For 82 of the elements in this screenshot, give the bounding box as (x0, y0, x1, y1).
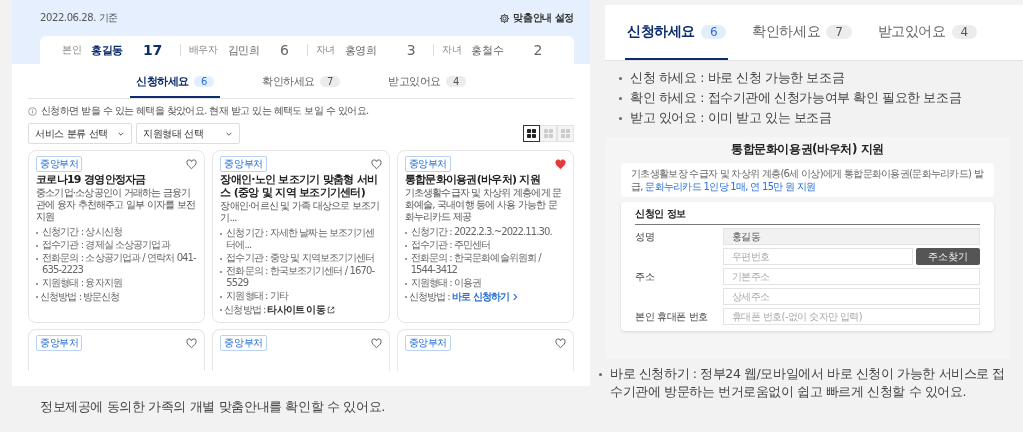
filter-dropdown[interactable]: 지원형태 선택 (136, 123, 240, 144)
family-member-tab[interactable]: 자녀 홍철수 2 (434, 44, 560, 56)
legend-text: 확인 하세요 : 접수기관에 신청가능여부 확인 필요한 보조금 (630, 90, 962, 107)
category-tag: 중앙부처 (220, 335, 267, 352)
detail-line: 접수기관 : 중앙 및 지역보조기기센터 (226, 252, 375, 265)
category-tab[interactable]: 받고있어요 4 (875, 5, 979, 60)
chevron-icon (511, 293, 519, 302)
notice-text: 신청하면 받을 수 있는 혜택을 찾았어요. 현재 받고 있는 혜택도 보일 수 있어요. (41, 104, 369, 118)
settings-icon (499, 12, 511, 24)
detail-line: 전화문의 : 한국보조기기센터 / 1670-5529 (226, 265, 376, 290)
category-tag: 중앙부처 (220, 156, 267, 172)
benefit-card[interactable]: 중앙부처 코로나19 경영안정자금 중소기업·소상공인이 거래하는 금융기관에 융자 추천해주고 일부 이자를 보전 지원 신청기간 : 상시신청 접수기관 : 경제실 소상공기업과 전화문의 : 소상공기업과 / 연락처 041-635-2223 지원형태 : 융자지원 신청방법 : 방문신청 (28, 150, 206, 324)
category-tab[interactable]: 신청하세요 6 (625, 5, 729, 60)
heart-icon[interactable] (370, 337, 382, 349)
category-tab[interactable]: 확인하세요 7 (750, 5, 854, 60)
field-label: 주소 (635, 269, 656, 284)
legend-text: 신청 하세요 : 바로 신청 가능한 보조금 (630, 70, 845, 87)
grid-icon (527, 129, 536, 138)
external-link[interactable]: 타사이트 이동 (267, 303, 335, 318)
category-tag: 중앙부처 (404, 156, 452, 172)
section-title: 신청인 정보 (635, 207, 980, 225)
card-description: 기초생활수급자 및 차상위 계층에게 문화예술, 국내여행 등에 사용 가능한 문화누리카드 제공 (404, 187, 563, 224)
detail-line: 접수기관 : 경제실 소상공기업과 (42, 239, 170, 252)
info-icon (28, 106, 37, 116)
detail-line: 지원형태 : 융자지원 (42, 277, 122, 290)
input-field[interactable]: 상세주소 (723, 288, 980, 305)
detail-label: 신청방법 : (224, 303, 266, 318)
detail-line: 지원형태 : 기타 (226, 290, 288, 303)
heart-icon[interactable] (555, 337, 566, 349)
detail-line: 지원형태 : 이용권 (410, 277, 482, 290)
field-label: 성명 (635, 229, 656, 244)
card-title: 장애인·노인 보조기기 맞춤형 서비스 (중앙 및 지역 보조기기센터) (220, 173, 379, 200)
form-title: 통합문화이용권(바우처) 지원 (729, 141, 886, 158)
caption-text: 정보제공에 동의한 가족의 개별 맞춤안내를 확인할 수 있어요. (39, 398, 386, 416)
category-tag: 중앙부처 (36, 156, 83, 172)
heart-icon[interactable] (370, 158, 382, 170)
heart-icon[interactable] (186, 337, 198, 349)
detail-line: 접수기관 : 주민센터 (410, 239, 491, 252)
form-info-text: 기초생활보장 수급자 및 차상위 계층(6세 이상)에게 통합문화이용권(문화누리카드) 발급, 문화누리카드 1인당 1매, 연 15만 원 지원 (621, 163, 994, 197)
benefit-card[interactable]: 중앙부처 통합문화이용권(바우처) 지원 기초생활수급자 및 차상위 계층에게 문화예술, 국내여행 등에 사용 가능한 문화누리카드 제공 신청기간 : 2022.2.3.~2022.11.30. 접수기관 : 주민센터 전화문의 : 한국문화예술위원회 / 1544-3412 지원형태 : 이용권 신청방법 : 바로 신청하기 (396, 150, 574, 324)
external-link-icon (326, 306, 335, 315)
detail-line: 신청기간 : 자세한 날짜는 보조기기센터에... (226, 227, 376, 252)
detail-line: 신청기간 : 상시신청 (42, 226, 122, 239)
apply-link[interactable]: 바로 신청하기 (451, 290, 519, 305)
benefit-card[interactable]: 중앙부처 (396, 329, 574, 372)
card-title: 코로나19 경영안정자금 (36, 173, 147, 187)
detail-label: 신청방법 : (408, 290, 450, 305)
detail-line: 신청기간 : 2022.2.3.~2022.11.30. (410, 226, 552, 239)
detail-line: 전화문의 : 한국문화예술위원회 / 1544-3412 (410, 252, 543, 277)
grid-icon (561, 129, 570, 138)
category-tab[interactable]: 신청하세요 6 (130, 70, 220, 98)
category-tag: 중앙부처 (404, 335, 452, 352)
family-member-tab[interactable]: 본인 홍길동 17 (54, 44, 181, 56)
settings-link[interactable]: 맞춤안내 설정 (499, 11, 574, 25)
category-tab[interactable]: 확인하세요 7 (256, 70, 346, 98)
detail-label: 신청방법 : (40, 290, 82, 305)
card-description: 중소기업·소상공인이 거래하는 금융기관에 융자 추천해주고 일부 이자를 보전 지원 (36, 187, 197, 224)
input-field[interactable]: 휴대폰 번호(-없이 숫자만 입력) (723, 308, 980, 325)
grid-icon (544, 129, 553, 138)
heart-icon[interactable] (186, 158, 198, 170)
detail-value: 방문신청 (83, 290, 120, 305)
category-tag: 중앙부처 (36, 335, 83, 352)
benefit-card[interactable]: 중앙부처 (28, 329, 206, 372)
heart-icon[interactable] (555, 158, 566, 170)
family-member-tab[interactable]: 배우자 김민희 6 (180, 44, 308, 56)
card-description: 장애인·어르신 및 가족 대상으로 보조기기... (220, 200, 381, 225)
address-search-button[interactable]: 주소찾기 (916, 248, 980, 265)
caption-text: 바로 신청하기 : 정부24 웹/모바일에서 바로 신청이 가능한 서비스로 접수기관에 방문하는 번거로움없이 쉽고 빠르게 신청할 수 있어요. (610, 365, 1007, 402)
input-field[interactable]: 기본주소 (723, 268, 980, 285)
category-tab[interactable]: 받고있어요 4 (382, 70, 472, 98)
family-member-tab[interactable]: 자녀 홍영희 3 (307, 44, 435, 56)
detail-line: 전화문의 : 소상공기업과 / 연락처 041-635-2223 (42, 252, 197, 277)
input-field[interactable]: 우편번호 (723, 248, 913, 265)
filter-dropdown[interactable]: 서비스 분류 선택 (28, 123, 132, 144)
field-label: 본인 휴대폰 번호 (635, 309, 709, 324)
legend-text: 받고 있어요 : 이미 받고 있는 보조금 (630, 110, 832, 127)
view-toggle[interactable] (523, 125, 540, 142)
benefit-card[interactable]: 중앙부처 (212, 329, 390, 372)
input-field[interactable]: 홍길동 (723, 228, 980, 245)
benefit-card[interactable]: 중앙부처 장애인·노인 보조기기 맞춤형 서비스 (중앙 및 지역 보조기기센터) 장애인·어르신 및 가족 대상으로 보조기기... 신청기간 : 자세한 날짜는 보조기기센터에... 접수기관 : 중앙 및 지역보조기기센터 전화문의 : 한국보조기기센터 / 1670-5529 지원형태 : 기타 신청방법 : 타사이트 이동 (212, 150, 390, 324)
date-label: 2022.06.28. 기준 (40, 11, 118, 25)
card-title: 통합문화이용권(바우처) 지원 (404, 173, 542, 187)
